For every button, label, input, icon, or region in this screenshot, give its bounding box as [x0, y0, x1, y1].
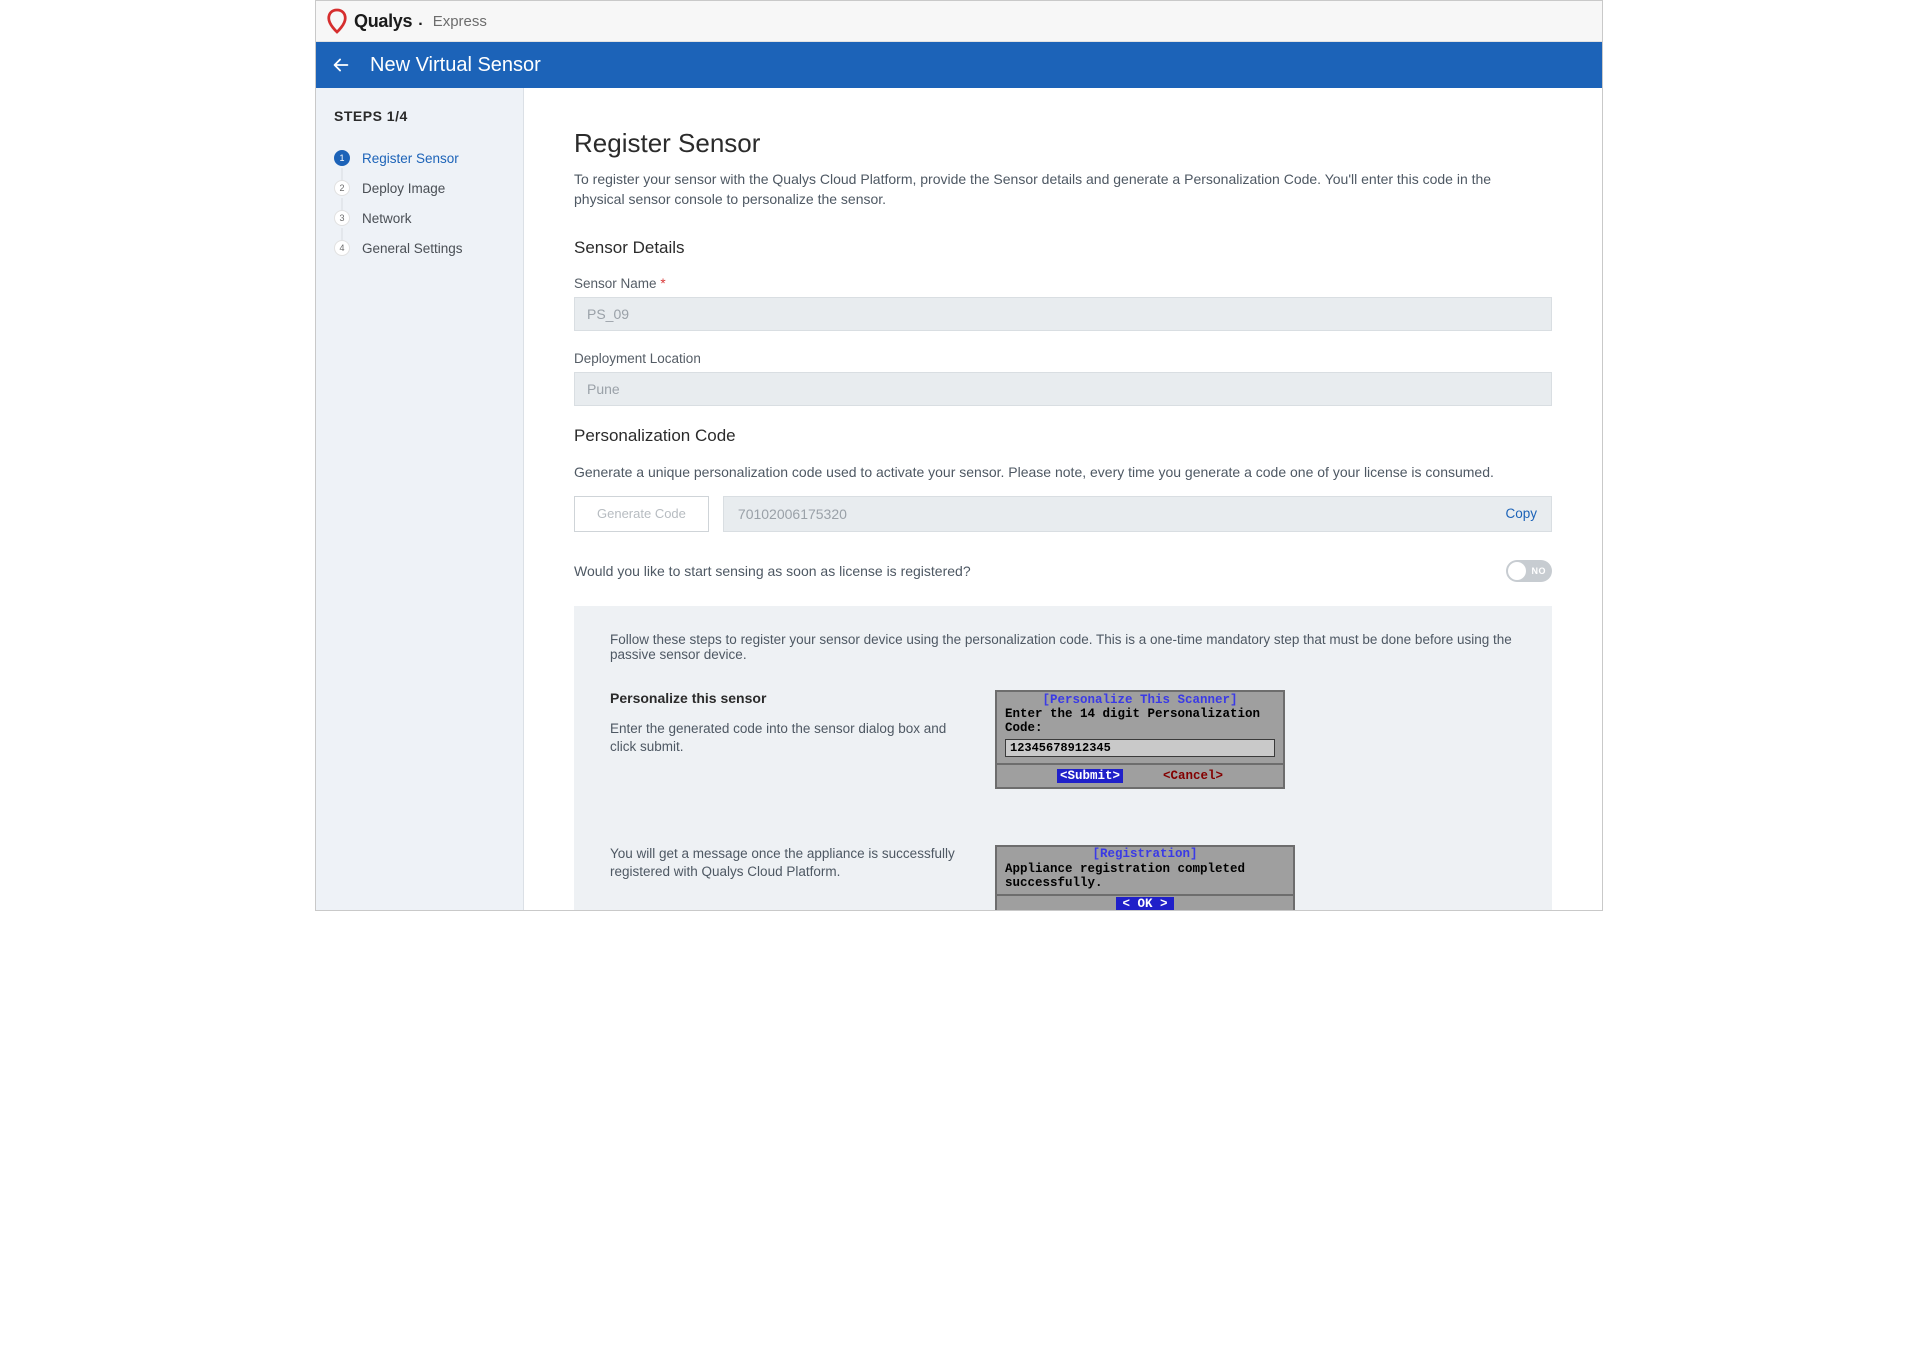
personalization-code-output: 70102006175320 Copy — [723, 496, 1552, 532]
content-scroll[interactable]: Register Sensor To register your sensor … — [524, 88, 1602, 910]
step-deploy-image[interactable]: 2 Deploy Image — [334, 180, 505, 196]
copy-link[interactable]: Copy — [1505, 506, 1537, 521]
header-title: New Virtual Sensor — [370, 54, 541, 77]
instructions-lead: Follow these steps to register your sens… — [610, 632, 1516, 662]
required-star-icon: * — [660, 276, 665, 291]
step-label: Deploy Image — [362, 181, 445, 196]
sensor-name-label: Sensor Name * — [574, 276, 1552, 291]
toggle-state-label: NO — [1532, 566, 1547, 576]
step-number-icon: 4 — [334, 240, 350, 256]
step-number-icon: 1 — [334, 150, 350, 166]
instructions-panel: Follow these steps to register your sens… — [574, 606, 1552, 910]
start-sensing-toggle[interactable]: NO — [1506, 560, 1552, 582]
brand-sub: Express — [433, 13, 487, 30]
back-arrow-icon[interactable] — [330, 54, 352, 76]
sensor-name-input[interactable]: PS_09 — [574, 297, 1552, 331]
steps-counter: STEPS 1/4 — [334, 108, 505, 124]
qualys-logo-icon — [326, 8, 348, 34]
brand-bar: Qualys. Express — [316, 1, 1602, 42]
page-title: Register Sensor — [574, 128, 1552, 159]
steps-panel: STEPS 1/4 1 Register Sensor 2 Deploy Ima… — [316, 88, 524, 910]
generate-code-button[interactable]: Generate Code — [574, 496, 709, 532]
personalization-code-heading: Personalization Code — [574, 426, 1552, 446]
personalization-code-desc: Generate a unique personalization code u… — [574, 464, 1552, 480]
app-window: Qualys. Express New Virtual Sensor STEPS… — [315, 0, 1603, 911]
step-network[interactable]: 3 Network — [334, 210, 505, 226]
step-register-sensor[interactable]: 1 Register Sensor — [334, 150, 505, 166]
registration-success-text: You will get a message once the applianc… — [610, 845, 975, 883]
page-description: To register your sensor with the Qualys … — [574, 169, 1534, 210]
personalize-step-title: Personalize this sensor — [610, 690, 975, 706]
step-number-icon: 3 — [334, 210, 350, 226]
terminal-registration-screenshot: [Registration] Appliance registration co… — [995, 845, 1295, 910]
step-label: Network — [362, 211, 412, 226]
personalization-code-value: 70102006175320 — [738, 506, 847, 522]
sensor-details-heading: Sensor Details — [574, 238, 1552, 258]
deployment-location-label: Deployment Location — [574, 351, 1552, 366]
deployment-location-input[interactable]: Pune — [574, 372, 1552, 406]
brand-name: Qualys — [354, 11, 412, 32]
step-label: Register Sensor — [362, 151, 459, 166]
toggle-knob-icon — [1508, 562, 1526, 580]
start-sensing-question: Would you like to start sensing as soon … — [574, 563, 971, 579]
page-header: New Virtual Sensor — [316, 42, 1602, 88]
step-label: General Settings — [362, 241, 463, 256]
personalize-step-text: Enter the generated code into the sensor… — [610, 720, 975, 758]
step-number-icon: 2 — [334, 180, 350, 196]
terminal-personalize-screenshot: [Personalize This Scanner] Enter the 14 … — [995, 690, 1285, 789]
step-general-settings[interactable]: 4 General Settings — [334, 240, 505, 256]
